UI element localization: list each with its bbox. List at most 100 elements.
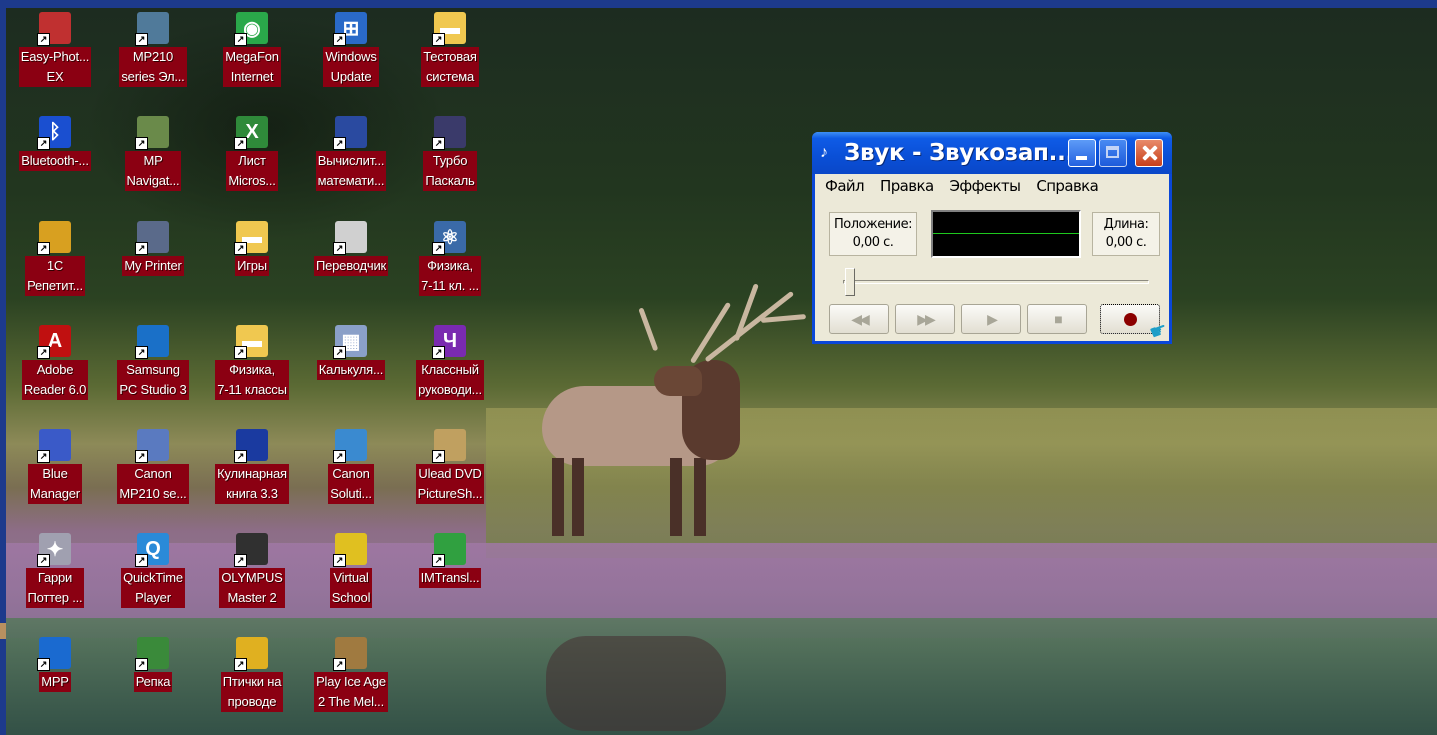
desktop-icon[interactable]: ᛒ ↗ Bluetooth-... bbox=[6, 112, 104, 214]
seek-start-button[interactable]: ◀◀ bbox=[829, 304, 889, 334]
desktop-icon-label: Репка bbox=[133, 672, 173, 692]
desktop-icon-label: MPP bbox=[39, 672, 71, 692]
desktop-icon-label: Гарри Поттер ... bbox=[25, 568, 85, 608]
desktop-icon[interactable]: ✦ ↗ Гарри Поттер ... bbox=[6, 529, 104, 631]
camera-printer-icon: ↗ bbox=[37, 12, 71, 46]
desktop-icon[interactable]: ↗ MP210 series Эл... bbox=[104, 8, 202, 110]
translator-clock-icon: ↗ bbox=[333, 221, 367, 255]
desktop-icon[interactable]: ↗ My Printer bbox=[104, 217, 202, 319]
owl-icon: ✦ ↗ bbox=[37, 533, 71, 567]
ice-age-icon: ↗ bbox=[333, 637, 367, 671]
desktop-icon-label: Windows Update bbox=[323, 47, 379, 87]
window-title: Звук - Звукозап... bbox=[844, 140, 1074, 166]
desktop-icon[interactable]: ↗ Samsung PC Studio 3 bbox=[104, 321, 202, 423]
fast-forward-icon: ▶▶ bbox=[917, 310, 935, 327]
desktop-icon-label: Canon Soluti... bbox=[328, 464, 374, 504]
shortcut-arrow-icon: ↗ bbox=[333, 450, 346, 463]
desktop-icon[interactable]: ↗ MPP bbox=[6, 633, 104, 735]
waveform-display bbox=[931, 210, 1081, 258]
desktop-icon-label: Физика, 7-11 классы bbox=[215, 360, 289, 400]
desktop-icon[interactable]: ◉ ↗ MegaFon Internet bbox=[203, 8, 301, 110]
stop-button[interactable]: ■ bbox=[1027, 304, 1087, 334]
desktop-icon-label: OLYMPUS Master 2 bbox=[219, 568, 285, 608]
maximize-button[interactable] bbox=[1099, 139, 1127, 167]
math-calculator-icon: ↗ bbox=[333, 116, 367, 150]
desktop-icon-label: Adobe Reader 6.0 bbox=[21, 360, 89, 400]
desktop-icon[interactable]: ▦ ↗ Калькуля... bbox=[302, 321, 400, 423]
stop-icon: ■ bbox=[1054, 311, 1063, 327]
shortcut-arrow-icon: ↗ bbox=[234, 242, 247, 255]
desktop-icon[interactable]: ↗ Репка bbox=[104, 633, 202, 735]
wallpaper-elk-antler bbox=[733, 283, 759, 342]
desktop-icon[interactable]: ↗ Турбо Паскаль bbox=[401, 112, 499, 214]
desktop-icon-label: Классный руководи... bbox=[416, 360, 484, 400]
windows-update-icon: ⊞ ↗ bbox=[333, 12, 367, 46]
position-slider-thumb[interactable] bbox=[845, 268, 855, 296]
length-display: Длина: 0,00 с. bbox=[1092, 212, 1160, 256]
desktop-icon-label: Вычислит... математи... bbox=[315, 151, 387, 191]
shortcut-arrow-icon: ↗ bbox=[37, 450, 50, 463]
desktop-icon[interactable]: ↗ Вычислит... математи... bbox=[302, 112, 400, 214]
desktop-icon[interactable]: ↗ Ulead DVD PictureSh... bbox=[401, 425, 499, 527]
menu-file[interactable]: Файл bbox=[825, 174, 865, 198]
cookbook-icon: ↗ bbox=[234, 429, 268, 463]
desktop-icon[interactable]: ⊞ ↗ Windows Update bbox=[302, 8, 400, 110]
desktop-icon[interactable]: ↗ MP Navigat... bbox=[104, 112, 202, 214]
menu-bar: Файл Правка Эффекты Справка bbox=[815, 174, 1179, 198]
play-button[interactable]: ▶ bbox=[961, 304, 1021, 334]
samsung-pc-studio-icon: ↗ bbox=[135, 325, 169, 359]
menu-help[interactable]: Справка bbox=[1036, 174, 1098, 198]
desktop-icon[interactable]: ▬ ↗ Игры bbox=[203, 217, 301, 319]
desktop-icon-label: Canon MP210 se... bbox=[117, 464, 189, 504]
desktop-icon[interactable]: ↗ Play Ice Age 2 The Mel... bbox=[302, 633, 400, 735]
sound-recorder-window[interactable]: ♪ Звук - Звукозап... Файл Правка Эффекты… bbox=[812, 132, 1172, 345]
shortcut-arrow-icon: ↗ bbox=[234, 554, 247, 567]
desktop-icon[interactable]: X ↗ Лист Micros... bbox=[203, 112, 301, 214]
desktop-icon[interactable]: ↗ OLYMPUS Master 2 bbox=[203, 529, 301, 631]
canon-solution-icon: ↗ bbox=[333, 429, 367, 463]
desktop-icon[interactable]: ▬ ↗ Физика, 7-11 классы bbox=[203, 321, 301, 423]
desktop-icon-label: MegaFon Internet bbox=[223, 47, 281, 87]
desktop-icon-label: Калькуля... bbox=[316, 360, 386, 380]
wallpaper-elk-reflection bbox=[546, 636, 726, 731]
desktop-icon[interactable]: ↗ IMTransl... bbox=[401, 529, 499, 631]
length-label: Длина: bbox=[1103, 217, 1149, 232]
desktop-icon[interactable]: ↗ Easy-Phot... EX bbox=[6, 8, 104, 110]
desktop-icon[interactable]: ↗ Canon Soluti... bbox=[302, 425, 400, 527]
desktop-icon[interactable]: ▬ ↗ Тестовая система bbox=[401, 8, 499, 110]
turbo-pascal-icon: ↗ bbox=[432, 116, 466, 150]
desktop-icon[interactable]: ⚛ ↗ Физика, 7-11 кл. ... bbox=[401, 217, 499, 319]
shortcut-arrow-icon: ↗ bbox=[333, 33, 346, 46]
desktop-icon[interactable]: ↗ Кулинарная книга 3.3 bbox=[203, 425, 301, 527]
desktop-icon[interactable]: ↗ 1С Репетит... bbox=[6, 217, 104, 319]
shortcut-arrow-icon: ↗ bbox=[135, 450, 148, 463]
desktop-icon[interactable]: Ч ↗ Классный руководи... bbox=[401, 321, 499, 423]
waveform-line bbox=[933, 233, 1079, 234]
minimize-button[interactable] bbox=[1068, 139, 1096, 167]
shortcut-arrow-icon: ↗ bbox=[135, 242, 148, 255]
desktop-icon[interactable]: Q ↗ QuickTime Player bbox=[104, 529, 202, 631]
desktop-icon[interactable]: ↗ Птички на проводе bbox=[203, 633, 301, 735]
1c-tutor-icon: ↗ bbox=[37, 221, 71, 255]
position-slider-track[interactable] bbox=[843, 280, 1149, 284]
mp-navigator-icon: ↗ bbox=[135, 116, 169, 150]
olympus-camera-icon: ↗ bbox=[234, 533, 268, 567]
menu-edit[interactable]: Правка bbox=[880, 174, 934, 198]
speaker-icon: ♪ bbox=[820, 144, 828, 161]
megafon-icon: ◉ ↗ bbox=[234, 12, 268, 46]
shortcut-arrow-icon: ↗ bbox=[135, 658, 148, 671]
shortcut-arrow-icon: ↗ bbox=[37, 33, 50, 46]
my-printer-icon: ↗ bbox=[135, 221, 169, 255]
desktop-icon[interactable]: ↗ Canon MP210 se... bbox=[104, 425, 202, 527]
shortcut-arrow-icon: ↗ bbox=[333, 137, 346, 150]
desktop-icon[interactable]: ↗ Blue Manager bbox=[6, 425, 104, 527]
desktop-icon[interactable]: ↗ Virtual School bbox=[302, 529, 400, 631]
desktop-icon[interactable]: A ↗ Adobe Reader 6.0 bbox=[6, 321, 104, 423]
title-bar[interactable]: ♪ Звук - Звукозап... bbox=[812, 132, 1172, 174]
desktop-icon-label: 1С Репетит... bbox=[25, 256, 85, 296]
seek-end-button[interactable]: ▶▶ bbox=[895, 304, 955, 334]
close-button[interactable] bbox=[1135, 139, 1163, 167]
desktop-icon[interactable]: ↗ Переводчик bbox=[302, 217, 400, 319]
menu-effects[interactable]: Эффекты bbox=[950, 174, 1021, 198]
desktop-icon-label: Физика, 7-11 кл. ... bbox=[419, 256, 481, 296]
